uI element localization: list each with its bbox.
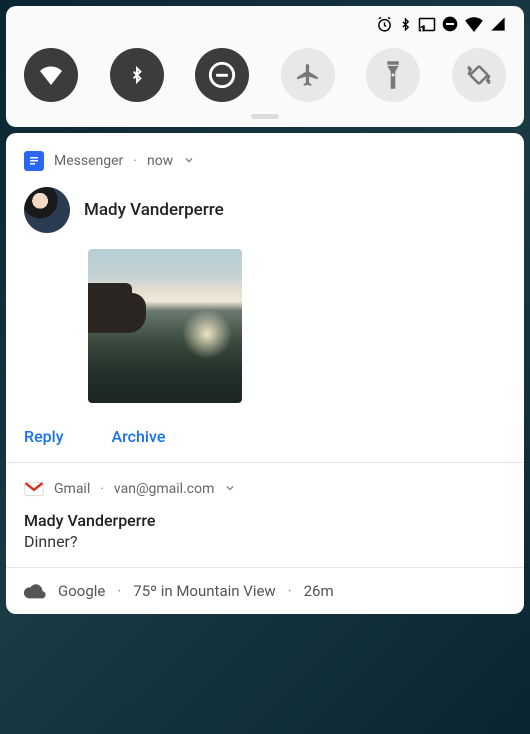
qs-dnd-tile[interactable] <box>195 48 249 102</box>
dnd-status-icon <box>442 16 458 32</box>
gmail-header[interactable]: Gmail · van@gmail.com <box>24 481 506 497</box>
status-bar <box>16 12 514 36</box>
qs-airplane-tile[interactable] <box>281 48 335 102</box>
qs-bluetooth-tile[interactable] <box>110 48 164 102</box>
weather-time: 26m <box>304 582 334 600</box>
gmail-subject: Dinner? <box>24 532 506 551</box>
weather-notification[interactable]: Google · 75º in Mountain View · 26m <box>6 568 524 614</box>
separator: · <box>288 582 292 600</box>
messenger-header[interactable]: Messenger · now <box>24 151 506 171</box>
qs-rotate-tile[interactable] <box>452 48 506 102</box>
quick-settings-panel <box>6 6 524 127</box>
alarm-icon <box>376 16 393 33</box>
chevron-down-icon[interactable] <box>183 154 195 169</box>
sender-avatar <box>24 187 70 233</box>
cloud-icon <box>24 583 46 599</box>
archive-button[interactable]: Archive <box>112 427 166 446</box>
messenger-time: now <box>147 153 173 169</box>
messenger-app-icon <box>24 151 44 171</box>
bluetooth-icon <box>399 16 412 33</box>
gmail-app-icon <box>24 481 44 497</box>
quick-settings-tiles <box>16 36 514 106</box>
messenger-actions: Reply Archive <box>24 427 506 446</box>
qs-wifi-tile[interactable] <box>24 48 78 102</box>
gmail-notification[interactable]: Gmail · van@gmail.com Mady Vanderperre D… <box>6 463 524 567</box>
messenger-app-name: Messenger <box>54 153 123 169</box>
message-image-attachment[interactable] <box>88 249 242 403</box>
wifi-status-icon <box>464 16 484 32</box>
separator: · <box>117 582 121 600</box>
weather-row: Google · 75º in Mountain View · 26m <box>24 582 506 600</box>
notifications-card: Messenger · now Mady Vanderperre Reply A… <box>6 133 524 614</box>
weather-summary: 75º in Mountain View <box>133 582 275 600</box>
cellular-status-icon <box>490 16 506 32</box>
qs-flashlight-tile[interactable] <box>366 48 420 102</box>
separator: · <box>133 153 137 169</box>
messenger-sender-row: Mady Vanderperre <box>24 187 506 233</box>
cast-icon <box>418 17 436 32</box>
chevron-down-icon[interactable] <box>224 482 236 497</box>
gmail-app-name: Gmail <box>54 481 90 497</box>
messenger-notification[interactable]: Messenger · now Mady Vanderperre Reply A… <box>6 133 524 462</box>
weather-source: Google <box>58 582 105 600</box>
reply-button[interactable]: Reply <box>24 427 64 446</box>
messenger-sender-name: Mady Vanderperre <box>84 200 224 220</box>
qs-expand-handle[interactable] <box>251 114 279 119</box>
separator: · <box>100 481 104 497</box>
gmail-sender-name: Mady Vanderperre <box>24 511 506 530</box>
gmail-account: van@gmail.com <box>114 481 214 497</box>
